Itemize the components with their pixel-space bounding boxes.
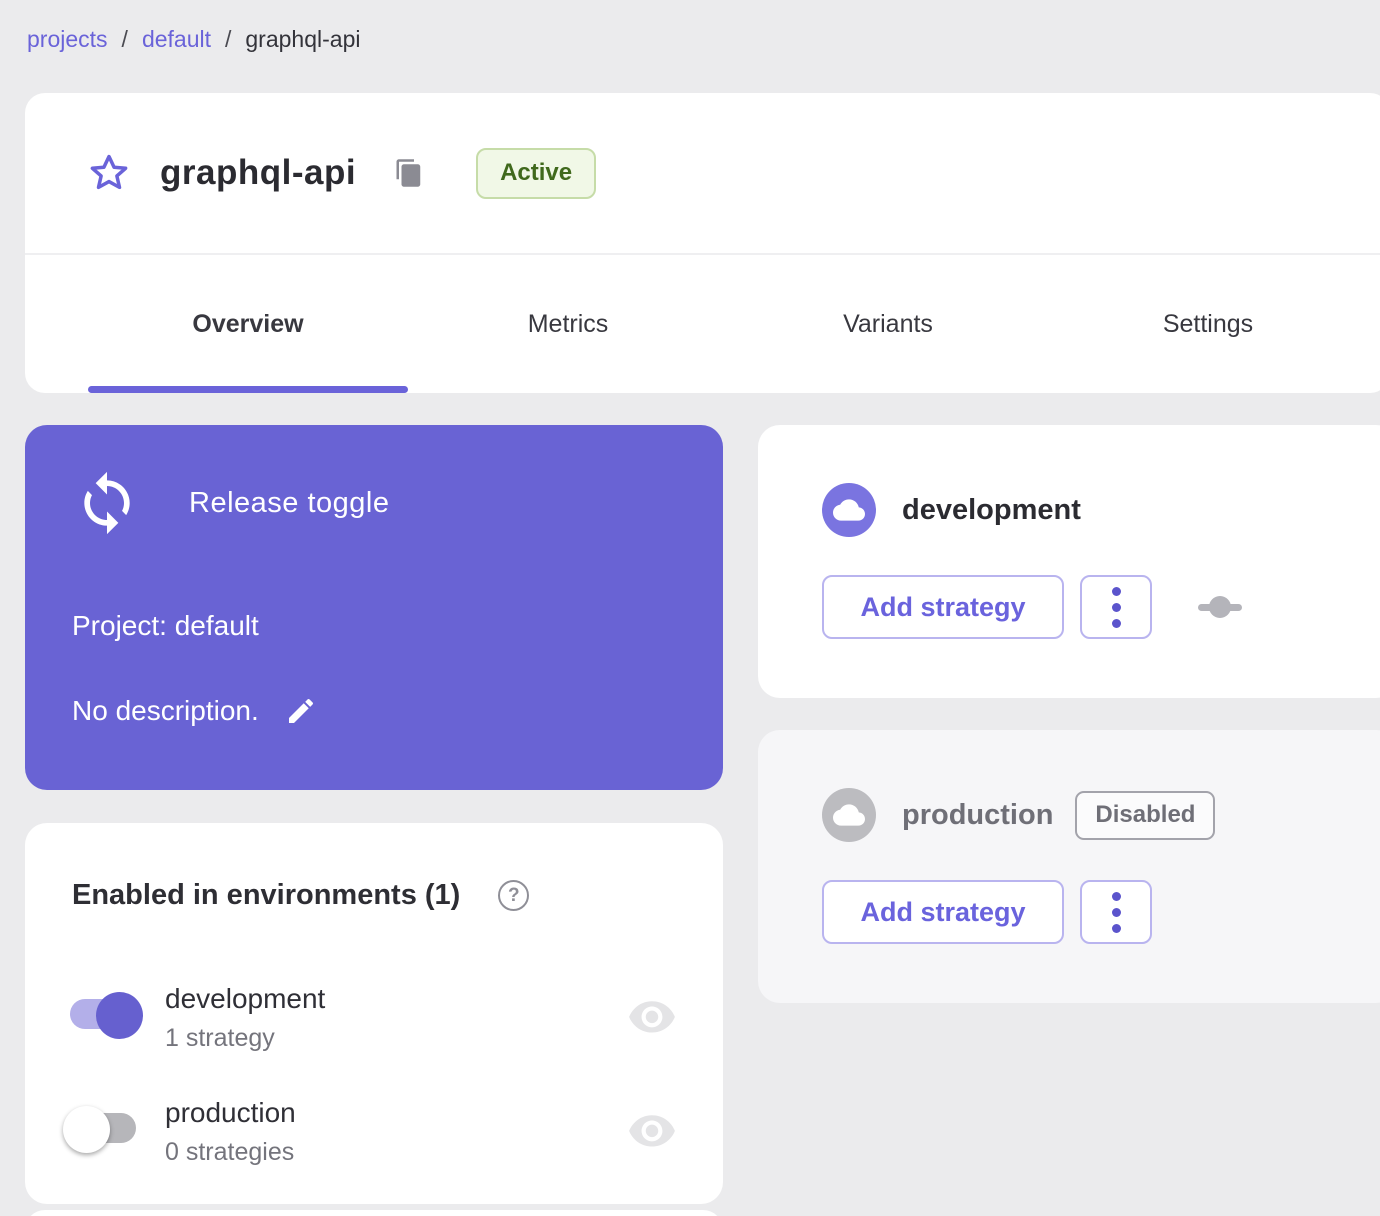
feature-header-row: graphql-api Active	[25, 93, 1380, 253]
tab-overview[interactable]: Overview	[88, 255, 408, 393]
cloud-icon	[833, 804, 865, 826]
enabled-environments-title: Enabled in environments (1)	[72, 879, 461, 911]
toggle-type-label: Release toggle	[189, 486, 390, 519]
strategy-count: 1 strategy	[165, 1024, 275, 1052]
environment-toggle-row-development: development 1 strategy	[25, 971, 723, 1063]
tab-overview-label: Overview	[192, 309, 304, 338]
help-icon[interactable]	[498, 880, 530, 911]
environment-name: development	[902, 493, 1081, 526]
description-text: No description.	[72, 695, 259, 726]
tab-metrics[interactable]: Metrics	[408, 255, 728, 393]
feature-header-card: graphql-api Active Overview Metrics Vari…	[25, 93, 1380, 393]
environment-card-production: production Disabled Add strategy	[758, 730, 1380, 1003]
toggle-thumb	[96, 992, 143, 1039]
breadcrumb-link-projects[interactable]: projects	[27, 26, 108, 53]
release-toggle-card: Release toggle Project: default No descr…	[25, 425, 723, 790]
page-title: graphql-api	[160, 153, 357, 192]
description-row: No description.	[72, 695, 317, 727]
active-tab-indicator	[88, 386, 408, 393]
kebab-dot	[1111, 602, 1121, 612]
tab-variants[interactable]: Variants	[728, 255, 1048, 393]
kebab-dot	[1111, 907, 1121, 917]
cloud-icon	[833, 499, 865, 521]
breadcrumb-separator: /	[225, 26, 232, 52]
environment-name: production	[902, 798, 1054, 831]
enabled-environments-card: Enabled in environments (1) development …	[25, 823, 723, 1204]
enabled-environments-header: Enabled in environments (1)	[72, 879, 530, 912]
environment-toggle-row-production: production 0 strategies	[25, 1085, 723, 1177]
environment-actions: Add strategy	[822, 880, 1152, 944]
environment-header: development	[822, 483, 1081, 537]
environment-toggle-development[interactable]	[70, 992, 143, 1039]
project-label: Project: default	[72, 610, 259, 641]
kebab-dot	[1111, 586, 1121, 596]
kebab-dot	[1111, 618, 1121, 628]
breadcrumb: projects / default / graphql-api	[27, 26, 360, 53]
breadcrumb-link-default[interactable]: default	[142, 26, 211, 53]
tab-settings[interactable]: Settings	[1048, 255, 1368, 393]
visibility-eye-icon[interactable]	[627, 1115, 677, 1151]
environment-row-name: development	[165, 983, 326, 1014]
edit-description-icon[interactable]	[285, 695, 317, 727]
tab-bar: Overview Metrics Variants Settings	[25, 253, 1380, 393]
add-strategy-button[interactable]: Add strategy	[822, 880, 1064, 944]
visibility-eye-icon[interactable]	[627, 1001, 677, 1037]
more-options-button[interactable]	[1080, 575, 1152, 639]
environment-avatar	[822, 788, 876, 842]
strategy-slider-icon	[1198, 596, 1242, 618]
strategy-count: 0 strategies	[165, 1138, 295, 1166]
kebab-dot	[1111, 923, 1121, 933]
environment-toggle-production[interactable]	[63, 1106, 142, 1153]
environment-row-name: production	[165, 1097, 296, 1128]
environment-avatar	[822, 483, 876, 537]
breadcrumb-separator: /	[121, 26, 128, 52]
add-strategy-button[interactable]: Add strategy	[822, 575, 1064, 639]
release-toggle-header: Release toggle	[73, 469, 389, 537]
row-labels: development 1 strategy	[165, 983, 325, 1053]
toggle-thumb	[63, 1106, 110, 1153]
release-cycle-icon	[84, 471, 130, 535]
kebab-dot	[1111, 891, 1121, 901]
more-options-button[interactable]	[1080, 880, 1152, 944]
next-card-sliver	[25, 1210, 723, 1216]
breadcrumb-current: graphql-api	[245, 26, 361, 52]
disabled-badge: Disabled	[1075, 790, 1216, 840]
environment-card-development: development Add strategy	[758, 425, 1380, 698]
tab-settings-label: Settings	[1162, 309, 1254, 338]
tab-metrics-label: Metrics	[527, 309, 609, 338]
copy-icon[interactable]	[394, 158, 424, 188]
environment-actions: Add strategy	[822, 575, 1242, 639]
tab-variants-label: Variants	[843, 309, 933, 338]
environment-header: production Disabled	[822, 788, 1216, 842]
row-labels: production 0 strategies	[165, 1097, 296, 1167]
status-badge: Active	[476, 147, 597, 199]
favorite-star-icon[interactable]	[88, 152, 130, 194]
